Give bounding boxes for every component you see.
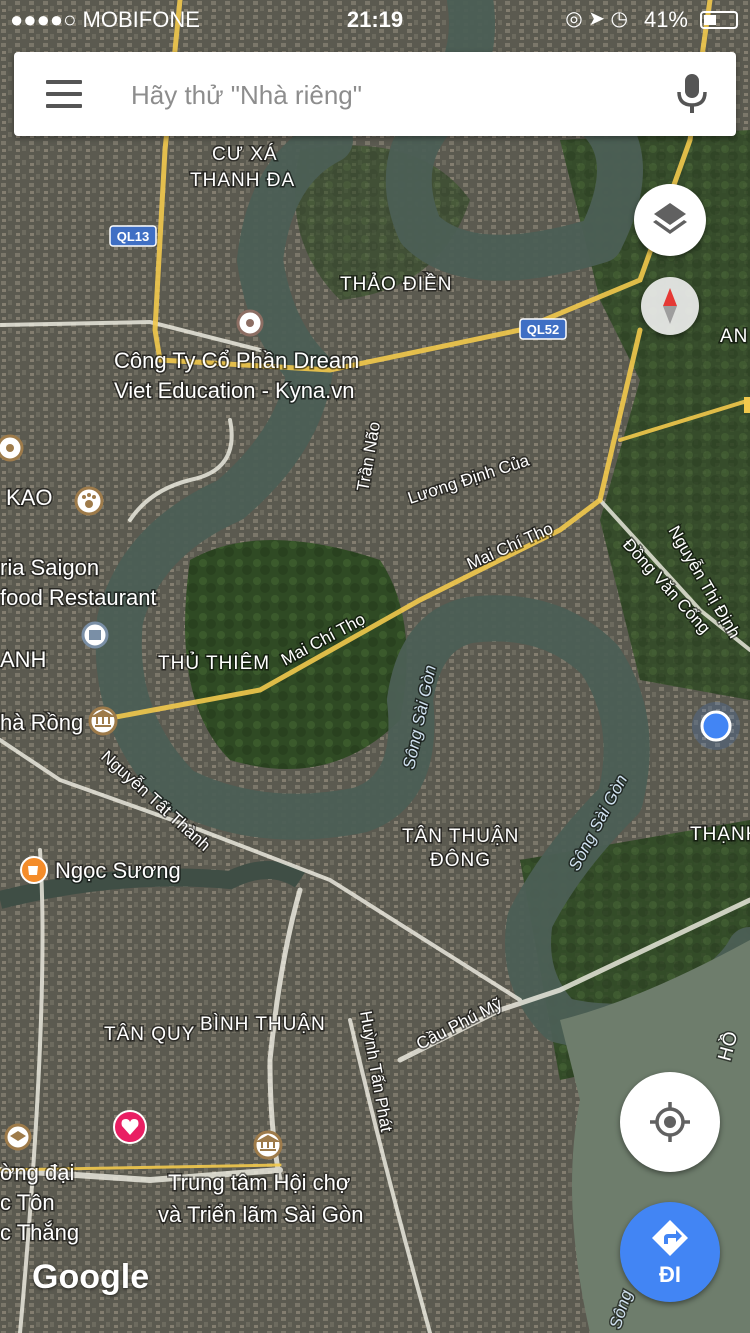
offscreen-marker — [744, 397, 750, 413]
poi-label-saigon-line1: ria Saigon — [0, 555, 99, 580]
area-label-binh-thuan: BÌNH THUẬN — [200, 1013, 326, 1035]
poi-label-left-line3: c Thắng — [0, 1220, 79, 1245]
poi-marker-paw[interactable] — [74, 486, 104, 516]
directions-button[interactable]: ĐI — [620, 1202, 720, 1302]
area-label-anh: ANH — [0, 647, 46, 672]
poi-label-saigon-line2: food Restaurant — [0, 585, 157, 610]
clock: 21:19 — [346, 7, 404, 32]
poi-label-dream-line2: Viet Education - Kyna.vn — [114, 378, 355, 403]
area-label-tan-quy: TÂN QUY — [104, 1023, 195, 1045]
hamburger-menu-icon[interactable] — [46, 80, 82, 108]
area-label-dong: ĐÔNG — [430, 849, 491, 871]
poi-marker-dream[interactable] — [236, 309, 264, 337]
poi-label-ngoc-suong: Ngọc Sương — [55, 858, 181, 883]
poi-label-left-line1: ờng đại — [0, 1160, 74, 1185]
poi-marker-school[interactable] — [4, 1123, 32, 1151]
poi-label-left-line2: c Tôn — [0, 1190, 55, 1215]
search-bar — [14, 52, 736, 136]
battery-fill — [704, 15, 716, 25]
area-label-kao: KAO — [6, 485, 52, 510]
current-location-dot[interactable] — [692, 702, 740, 750]
directions-label: ĐI — [659, 1262, 681, 1287]
battery-icon — [700, 11, 738, 29]
compass-button[interactable] — [641, 277, 699, 335]
google-attribution: Google — [32, 1258, 150, 1296]
my-location-button[interactable] — [620, 1072, 720, 1172]
poi-marker-museum[interactable] — [88, 706, 118, 736]
compass-icon — [663, 288, 677, 324]
status-icons: ◎ ➤ ◷ — [565, 8, 628, 30]
poi-label-hoi-cho-line2: và Triển lãm Sài Gòn — [158, 1202, 363, 1227]
svg-text:QL13: QL13 — [117, 229, 150, 244]
area-label-thanh-da: THANH ĐA — [190, 170, 295, 191]
poi-label-dream-line1: Công Ty Cổ Phần Dream — [114, 348, 359, 373]
poi-label-hoi-cho-line1: Trung tâm Hội chợ — [168, 1170, 350, 1195]
poi-marker-bank[interactable] — [81, 621, 109, 649]
poi-label-nha-rong: hà Rồng — [0, 710, 83, 735]
area-label-thao-dien: THẢO ĐIỀN — [340, 273, 452, 295]
poi-marker-heart[interactable] — [113, 1110, 147, 1144]
poi-marker-left-top[interactable] — [0, 434, 24, 462]
area-label-cu-xa: CƯ XÁ — [212, 144, 278, 165]
layers-icon — [653, 203, 687, 234]
my-location-icon — [650, 1102, 690, 1142]
poi-marker-hoi-cho[interactable] — [253, 1130, 283, 1160]
area-label-thu-thiem: THỦ THIÊM — [158, 652, 270, 674]
status-bar: ●●●●○ MOBIFONE 21:19 ◎ ➤ ◷ 41% — [0, 0, 750, 40]
poi-marker-ngoc-suong[interactable] — [20, 856, 48, 884]
area-label-an: AN — [720, 326, 748, 347]
search-input[interactable] — [129, 72, 653, 118]
area-label-thanh: THẠNH — [690, 824, 750, 845]
route-shield-ql52: QL52 — [519, 318, 567, 340]
microphone-icon[interactable] — [672, 72, 712, 116]
svg-text:QL52: QL52 — [527, 322, 560, 337]
area-label-tan-thuan: TÂN THUẬN — [402, 825, 519, 847]
layers-button[interactable] — [634, 184, 706, 256]
route-shield-ql13: QL13 — [109, 225, 157, 247]
battery-percentage: 41% — [643, 7, 688, 32]
